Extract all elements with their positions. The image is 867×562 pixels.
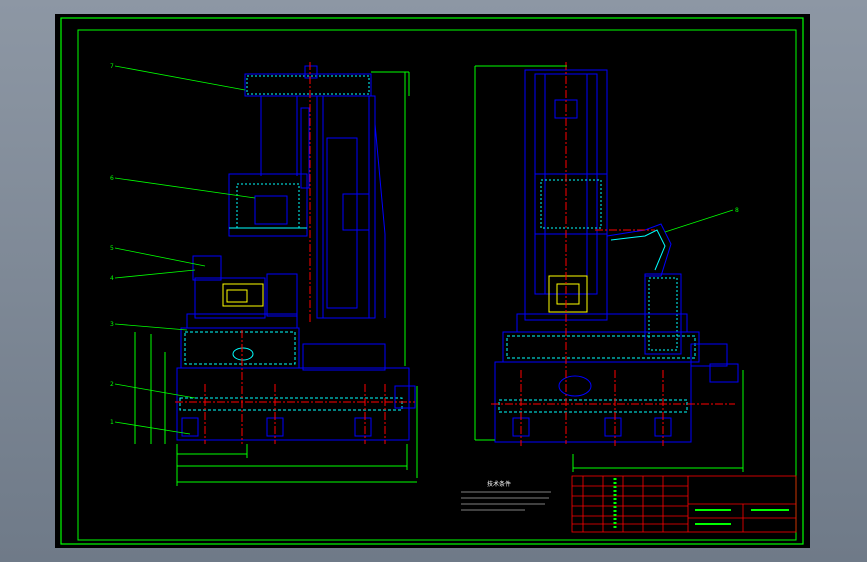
part-label: 8 (735, 207, 739, 214)
part-label: 1 (110, 419, 114, 426)
outer-frame (60, 17, 804, 545)
part-label: 2 (110, 381, 114, 388)
leader-8 (664, 209, 734, 233)
assembly-drawing: 7 6 5 4 3 2 1 8 技术条件 (60, 17, 804, 545)
leader-4 (114, 269, 196, 279)
leader-lines-right (664, 209, 734, 233)
inner-frame (77, 29, 797, 541)
part-label: 7 (110, 63, 114, 70)
left-view (134, 62, 418, 486)
cad-viewport[interactable]: 7 6 5 4 3 2 1 8 技术条件 (55, 14, 810, 548)
part-label: 6 (110, 175, 114, 182)
part-labels: 7 6 5 4 3 2 1 8 (110, 63, 739, 426)
part-label: 5 (110, 245, 114, 252)
right-view (474, 62, 744, 472)
leader-5 (114, 247, 206, 267)
leader-2 (114, 383, 196, 399)
leader-6 (114, 177, 256, 199)
notes-title: 技术条件 (487, 480, 511, 488)
leader-7 (114, 65, 246, 91)
leader-3 (114, 323, 188, 331)
technical-notes: 技术条件 (461, 480, 551, 511)
title-block (571, 475, 797, 533)
part-label: 3 (110, 321, 114, 328)
part-label: 4 (110, 275, 114, 282)
leader-lines-left (114, 65, 256, 435)
leader-1 (114, 421, 191, 435)
